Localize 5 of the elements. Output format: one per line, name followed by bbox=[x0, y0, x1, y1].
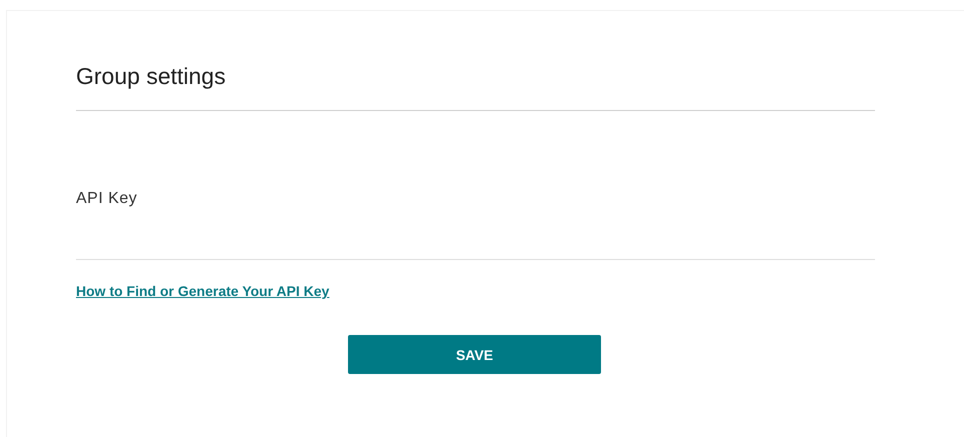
field-label: API Key bbox=[76, 189, 138, 209]
page-title: Group settings bbox=[76, 62, 226, 90]
api-key-field[interactable]: API Key bbox=[76, 189, 875, 260]
save-button[interactable]: SAVE bbox=[348, 335, 601, 374]
help-link[interactable]: How to Find or Generate Your API Key bbox=[76, 283, 330, 299]
